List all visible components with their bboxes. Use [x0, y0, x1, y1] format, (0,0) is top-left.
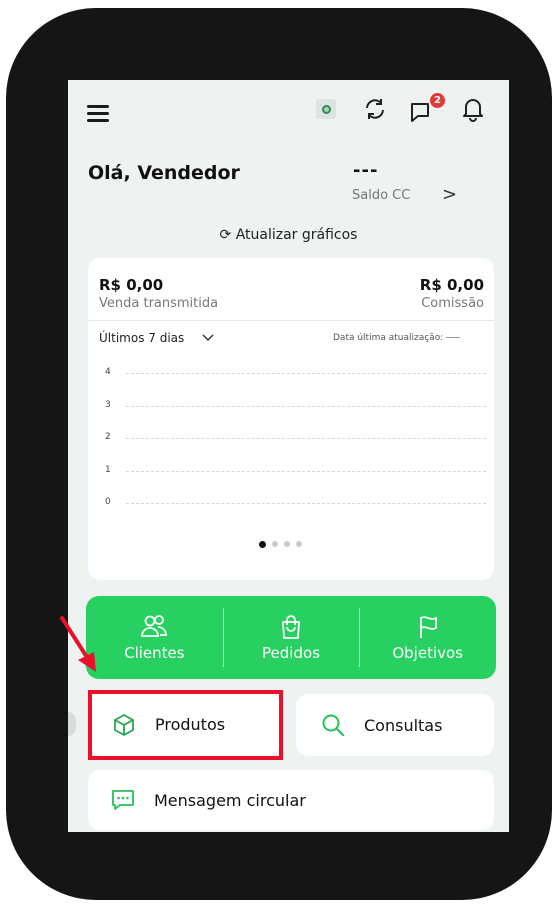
mensagem-circular-button[interactable]: Mensagem circular	[88, 770, 494, 830]
y-tick-label: 3	[105, 399, 111, 410]
consultas-button[interactable]: Consultas	[296, 694, 494, 756]
annotation-arrow-icon	[60, 616, 96, 672]
users-icon	[141, 614, 168, 637]
summary-card: R$ 0,00 Venda transmitida R$ 0,00 Comiss…	[88, 258, 494, 580]
carousel-dots[interactable]	[259, 541, 302, 548]
consultas-label: Consultas	[364, 715, 443, 735]
chevron-right-icon[interactable]: >	[442, 184, 457, 205]
clientes-shortcut[interactable]: Clientes	[86, 596, 223, 679]
period-selector[interactable]: Últimos 7 dias	[99, 331, 214, 345]
y-tick-label: 0	[105, 497, 111, 507]
last-update-label: Data última atualização:	[333, 333, 461, 343]
y-tick-label: 2	[105, 432, 111, 442]
pedidos-shortcut[interactable]: Pedidos	[222, 596, 360, 679]
objetivos-shortcut[interactable]: Objetivos	[359, 596, 496, 679]
balance-value: ---	[353, 160, 379, 181]
gridline	[126, 373, 486, 374]
gridline	[126, 405, 486, 407]
objetivos-label: Objetivos	[392, 643, 463, 662]
carousel-dot[interactable]	[296, 541, 302, 547]
location-icon[interactable]	[316, 99, 336, 119]
clientes-label: Clientes	[124, 643, 185, 662]
shopping-bag-icon	[282, 614, 300, 639]
sales-label: Venda transmitida	[99, 296, 219, 311]
pedidos-label: Pedidos	[262, 643, 320, 662]
carousel-dot[interactable]	[259, 541, 266, 548]
greeting: Olá, Vendedor	[88, 162, 240, 184]
shortcuts-bar: Clientes Pedidos Objetivos	[86, 596, 496, 679]
flag-icon	[419, 615, 437, 638]
y-tick-label: 1	[105, 464, 111, 475]
commission-value: R$ 0,00	[419, 276, 484, 294]
mensagem-circular-label: Mensagem circular	[154, 790, 306, 810]
sales-value: R$ 0,00	[99, 276, 164, 294]
carousel-dot[interactable]	[272, 541, 278, 547]
divider	[88, 320, 494, 321]
carousel-dot[interactable]	[284, 541, 290, 547]
sync-icon[interactable]	[362, 96, 388, 122]
gridline	[126, 503, 486, 504]
hamburger-icon[interactable]	[87, 105, 109, 126]
period-label: Últimos 7 dias	[99, 331, 185, 345]
refresh-icon: ⟳	[219, 227, 232, 243]
search-icon	[322, 714, 345, 737]
gridline	[126, 470, 486, 472]
refresh-charts-label: Atualizar gráficos	[235, 227, 358, 243]
message-icon	[112, 790, 134, 810]
refresh-charts-link[interactable]: ⟳ Atualizar gráficos	[68, 227, 509, 243]
commission-label: Comissão	[421, 296, 484, 311]
gridline	[126, 438, 486, 439]
chevron-down-icon	[202, 334, 214, 342]
balance-label[interactable]: Saldo CC	[352, 188, 410, 203]
y-tick-label: 4	[105, 367, 111, 377]
bell-icon[interactable]	[461, 96, 485, 122]
highlight-box	[88, 690, 283, 760]
notification-count-badge: 2	[430, 93, 445, 108]
